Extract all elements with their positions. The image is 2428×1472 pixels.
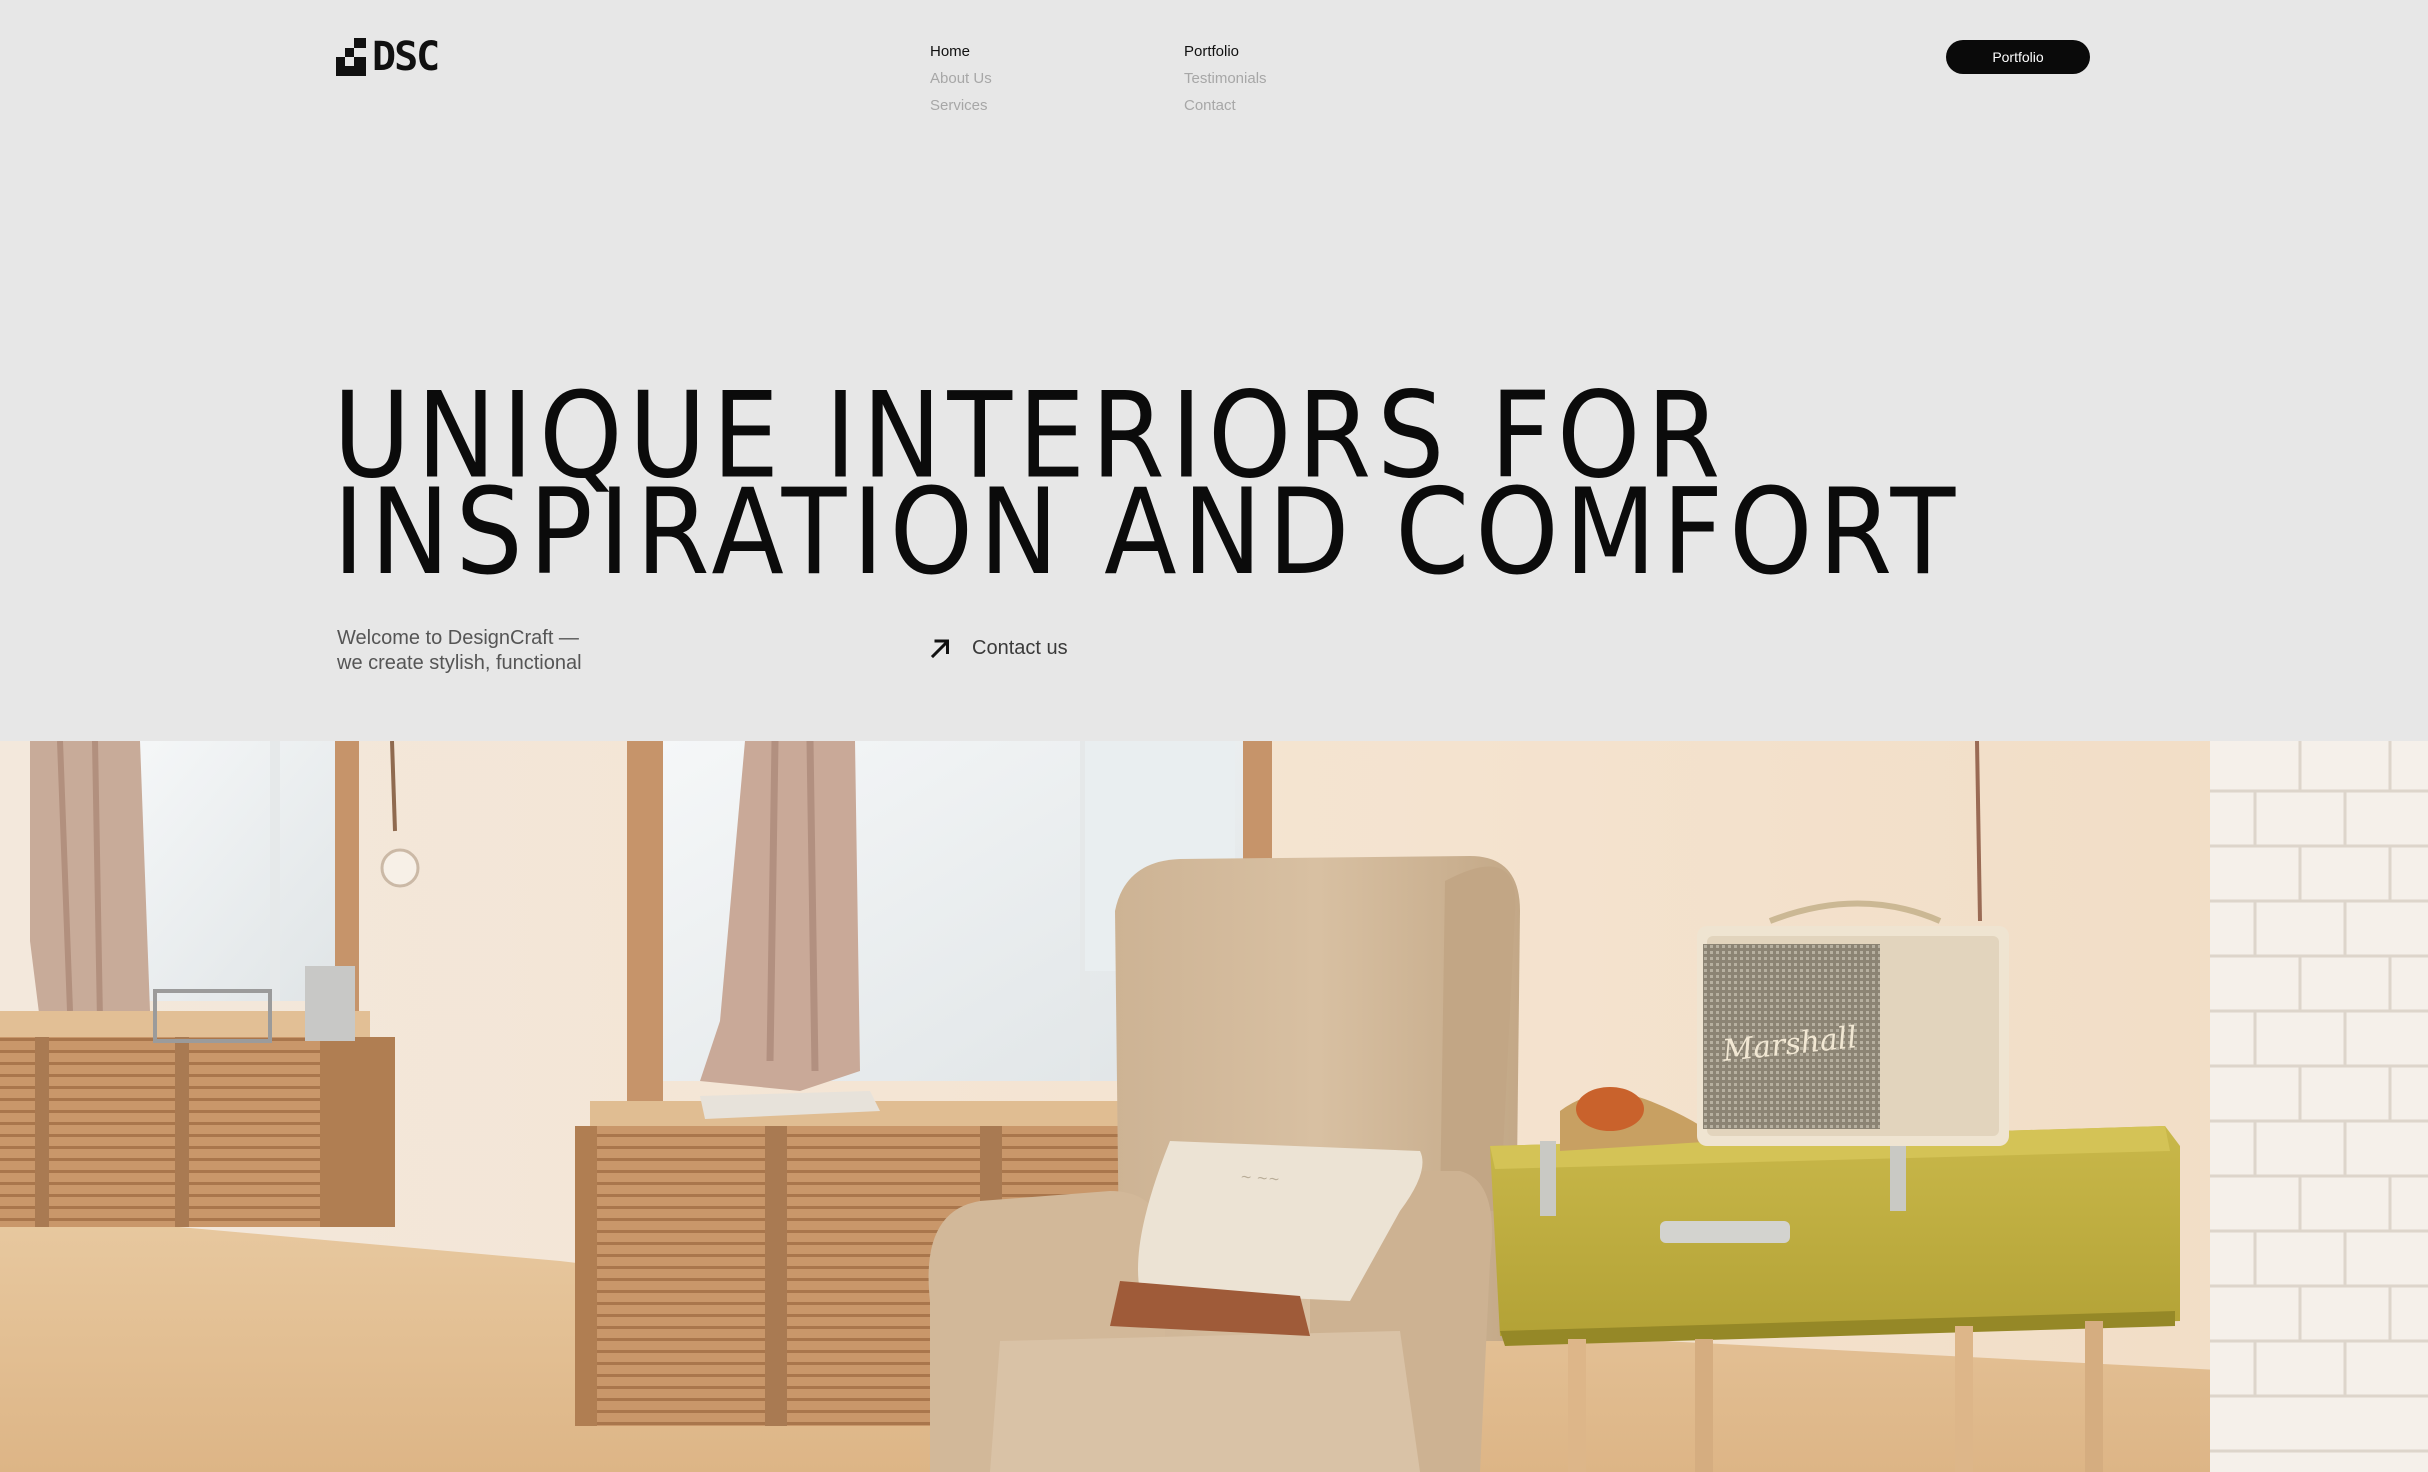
nav-link-portfolio[interactable]: Portfolio	[1184, 38, 1267, 65]
intro-line-1: Welcome to DesignCraft —	[337, 627, 579, 649]
nav-link-home[interactable]: Home	[930, 38, 992, 65]
contact-us-label: Contact us	[972, 636, 1068, 659]
hero-title-line-2: INSPIRATION AND COMFORT	[333, 463, 1962, 601]
intro-line-2: we create stylish, functional	[337, 652, 582, 674]
portfolio-button[interactable]: Portfolio	[1946, 40, 2090, 74]
nav-column-secondary: Portfolio Testimonials Contact	[1184, 38, 1267, 119]
arrow-up-right-icon	[930, 639, 950, 659]
nav-column-primary: Home About Us Services	[930, 38, 992, 119]
hero-intro-text: Welcome to DesignCraft — we create styli…	[337, 626, 637, 676]
contact-us-link[interactable]: Contact us	[928, 636, 1068, 660]
svg-text:~ ~~: ~ ~~	[1240, 1169, 1281, 1188]
nav-link-testimonials[interactable]: Testimonials	[1184, 65, 1267, 92]
logo-text: DSC	[372, 34, 440, 80]
hero-title: UNIQUE INTERIORS FOR INSPIRATION AND COM…	[333, 376, 1962, 601]
site-header: DSC Home About Us Services Portfolio Tes…	[0, 0, 2428, 130]
hero-interior-photo: ~ ~~ Marshall	[0, 741, 2428, 1472]
speaker-shape: Marshall	[1697, 900, 2009, 1146]
nav-link-services[interactable]: Services	[930, 92, 992, 119]
nav-link-contact[interactable]: Contact	[1184, 92, 1267, 119]
logo-pixel-icon	[336, 38, 366, 76]
nav-link-about-us[interactable]: About Us	[930, 65, 992, 92]
interior-scene-illustration: ~ ~~ Marshall	[0, 741, 2428, 1472]
site-logo[interactable]: DSC	[336, 34, 441, 80]
